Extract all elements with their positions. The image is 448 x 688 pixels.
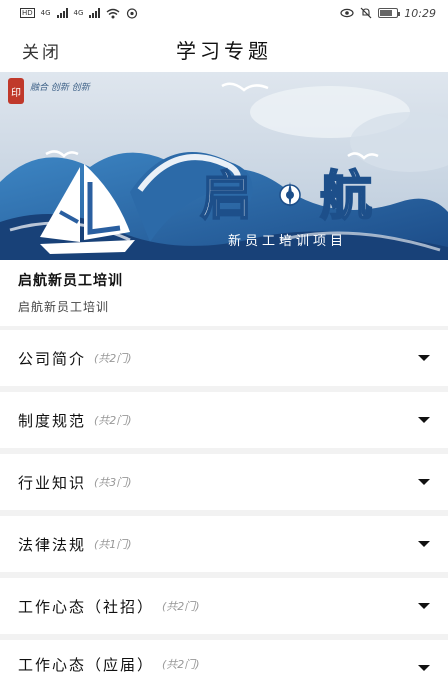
- settings-icon: [127, 7, 138, 19]
- signal-icon: [89, 8, 101, 18]
- network-label: 4G: [73, 8, 84, 17]
- chevron-down-icon[interactable]: [418, 603, 430, 609]
- chevron-down-icon[interactable]: [418, 417, 430, 423]
- battery-icon: [378, 8, 401, 18]
- chevron-down-icon[interactable]: [418, 479, 430, 485]
- eye-icon: [340, 8, 354, 18]
- wifi-icon: [106, 8, 120, 18]
- topic-banner[interactable]: 印 融合 创新 创新 启 航 新员工培训项目: [0, 72, 448, 260]
- status-time: 10:29: [404, 6, 436, 20]
- category-name: 制度规范: [18, 411, 87, 430]
- chevron-down-icon[interactable]: [418, 541, 430, 547]
- course-info: 启航新员工培训 启航新员工培训: [0, 260, 448, 326]
- course-title: 启航新员工培训: [18, 273, 123, 289]
- banner-brand-text: 融合 创新 创新: [30, 82, 92, 93]
- category-count: (共2门): [162, 600, 200, 613]
- page-title: 学习专题: [176, 38, 272, 63]
- banner-headline-right: 航: [320, 166, 372, 227]
- banner-image: 印 融合 创新 创新 启 航 新员工培训项目: [0, 72, 448, 260]
- header-bar: 关闭 学习专题: [0, 26, 448, 72]
- category-count: (共2门): [94, 414, 132, 427]
- svg-text:印: 印: [11, 87, 21, 99]
- banner-headline-left: 启: [200, 166, 252, 227]
- category-item-company-intro[interactable]: 公司简介 (共2门): [0, 330, 448, 386]
- category-item-regulations[interactable]: 制度规范 (共2门): [0, 392, 448, 448]
- category-name: 行业知识: [18, 473, 87, 492]
- category-item-laws[interactable]: 法律法规 (共1门): [0, 516, 448, 572]
- chevron-down-icon[interactable]: [418, 665, 430, 671]
- category-item-attitude-graduate[interactable]: 工作心态（应届） (共2门): [0, 640, 448, 688]
- course-subtitle: 启航新员工培训: [18, 300, 110, 314]
- category-item-attitude-social[interactable]: 工作心态（社招） (共2门): [0, 578, 448, 634]
- category-name: 法律法规: [18, 535, 87, 554]
- brand-seal-icon: 印: [8, 78, 24, 104]
- category-name: 工作心态（应届）: [18, 655, 155, 674]
- category-item-industry-knowledge[interactable]: 行业知识 (共3门): [0, 454, 448, 510]
- status-left: HD 4G 4G: [20, 7, 138, 19]
- battery-level: [380, 10, 393, 16]
- category-count: (共3门): [94, 476, 132, 489]
- category-count: (共2门): [94, 352, 132, 365]
- status-right: 10:29: [340, 7, 436, 20]
- category-name: 工作心态（社招）: [18, 597, 155, 616]
- category-count: (共1门): [94, 538, 132, 551]
- mute-icon: [360, 7, 372, 19]
- category-count: (共2门): [162, 658, 200, 671]
- network-label: 4G: [40, 8, 51, 17]
- category-name: 公司简介: [18, 349, 87, 368]
- chevron-down-icon[interactable]: [418, 355, 430, 361]
- sim-badge: HD: [20, 8, 35, 18]
- signal-icon: [56, 8, 68, 18]
- status-bar: HD 4G 4G 10:29: [0, 0, 448, 26]
- banner-subtitle: 新员工培训项目: [228, 233, 347, 249]
- close-button[interactable]: 关闭: [22, 38, 62, 63]
